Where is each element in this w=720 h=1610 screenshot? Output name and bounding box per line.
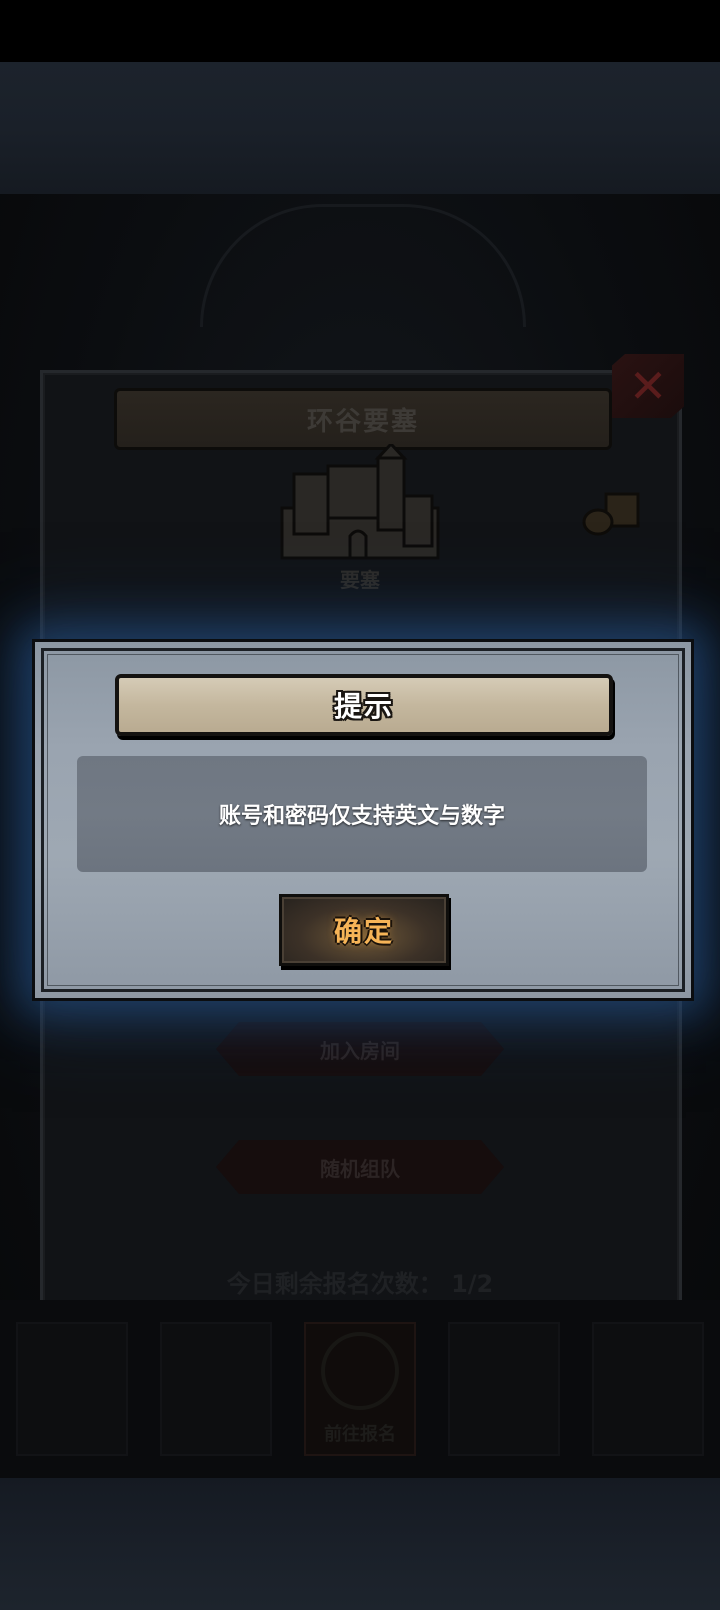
dialog-title: 提示 — [333, 690, 394, 723]
confirm-button-label: 确定 — [333, 915, 394, 948]
bottom-band — [0, 1478, 720, 1610]
nav-item-5[interactable] — [592, 1322, 704, 1456]
supply-bag-icon — [582, 492, 640, 536]
dialog-message-box: 账号和密码仅支持英文与数字 — [77, 756, 647, 872]
confirm-button[interactable]: 确定 — [279, 894, 449, 966]
fortress-title-plate: 环谷要塞 — [114, 388, 612, 450]
nav-item-4[interactable] — [448, 1322, 560, 1456]
close-icon: ✕ — [628, 359, 668, 413]
nav-item-2[interactable] — [160, 1322, 272, 1456]
top-band — [0, 62, 720, 194]
game-screen: ✕ 环谷要塞 要塞 加入房间 随机组队 今日剩余报名次数： 1/2 前往报名 提… — [0, 0, 720, 1610]
fortress-title: 环谷要塞 — [306, 406, 419, 437]
alert-dialog: 提示 账号和密码仅支持英文与数字 确定 — [32, 639, 694, 1001]
building-label: 要塞 — [340, 568, 380, 592]
top-letterbox — [0, 0, 720, 62]
bottom-navigation: 前往报名 — [0, 1300, 720, 1478]
close-button[interactable]: ✕ — [612, 354, 684, 418]
signup-emblem-icon — [321, 1332, 399, 1410]
dialog-message: 账号和密码仅支持英文与数字 — [218, 804, 505, 829]
castle-icon — [280, 444, 440, 560]
remaining-signup-count: 今日剩余报名次数： 1/2 — [226, 1270, 494, 1298]
nav-item-signup[interactable]: 前往报名 — [304, 1322, 416, 1456]
join-room-button[interactable]: 加入房间 — [216, 1022, 504, 1076]
dialog-title-plate: 提示 — [115, 674, 613, 736]
nav-item-1[interactable] — [16, 1322, 128, 1456]
background-arch — [200, 204, 526, 327]
random-team-button[interactable]: 随机组队 — [216, 1140, 504, 1194]
